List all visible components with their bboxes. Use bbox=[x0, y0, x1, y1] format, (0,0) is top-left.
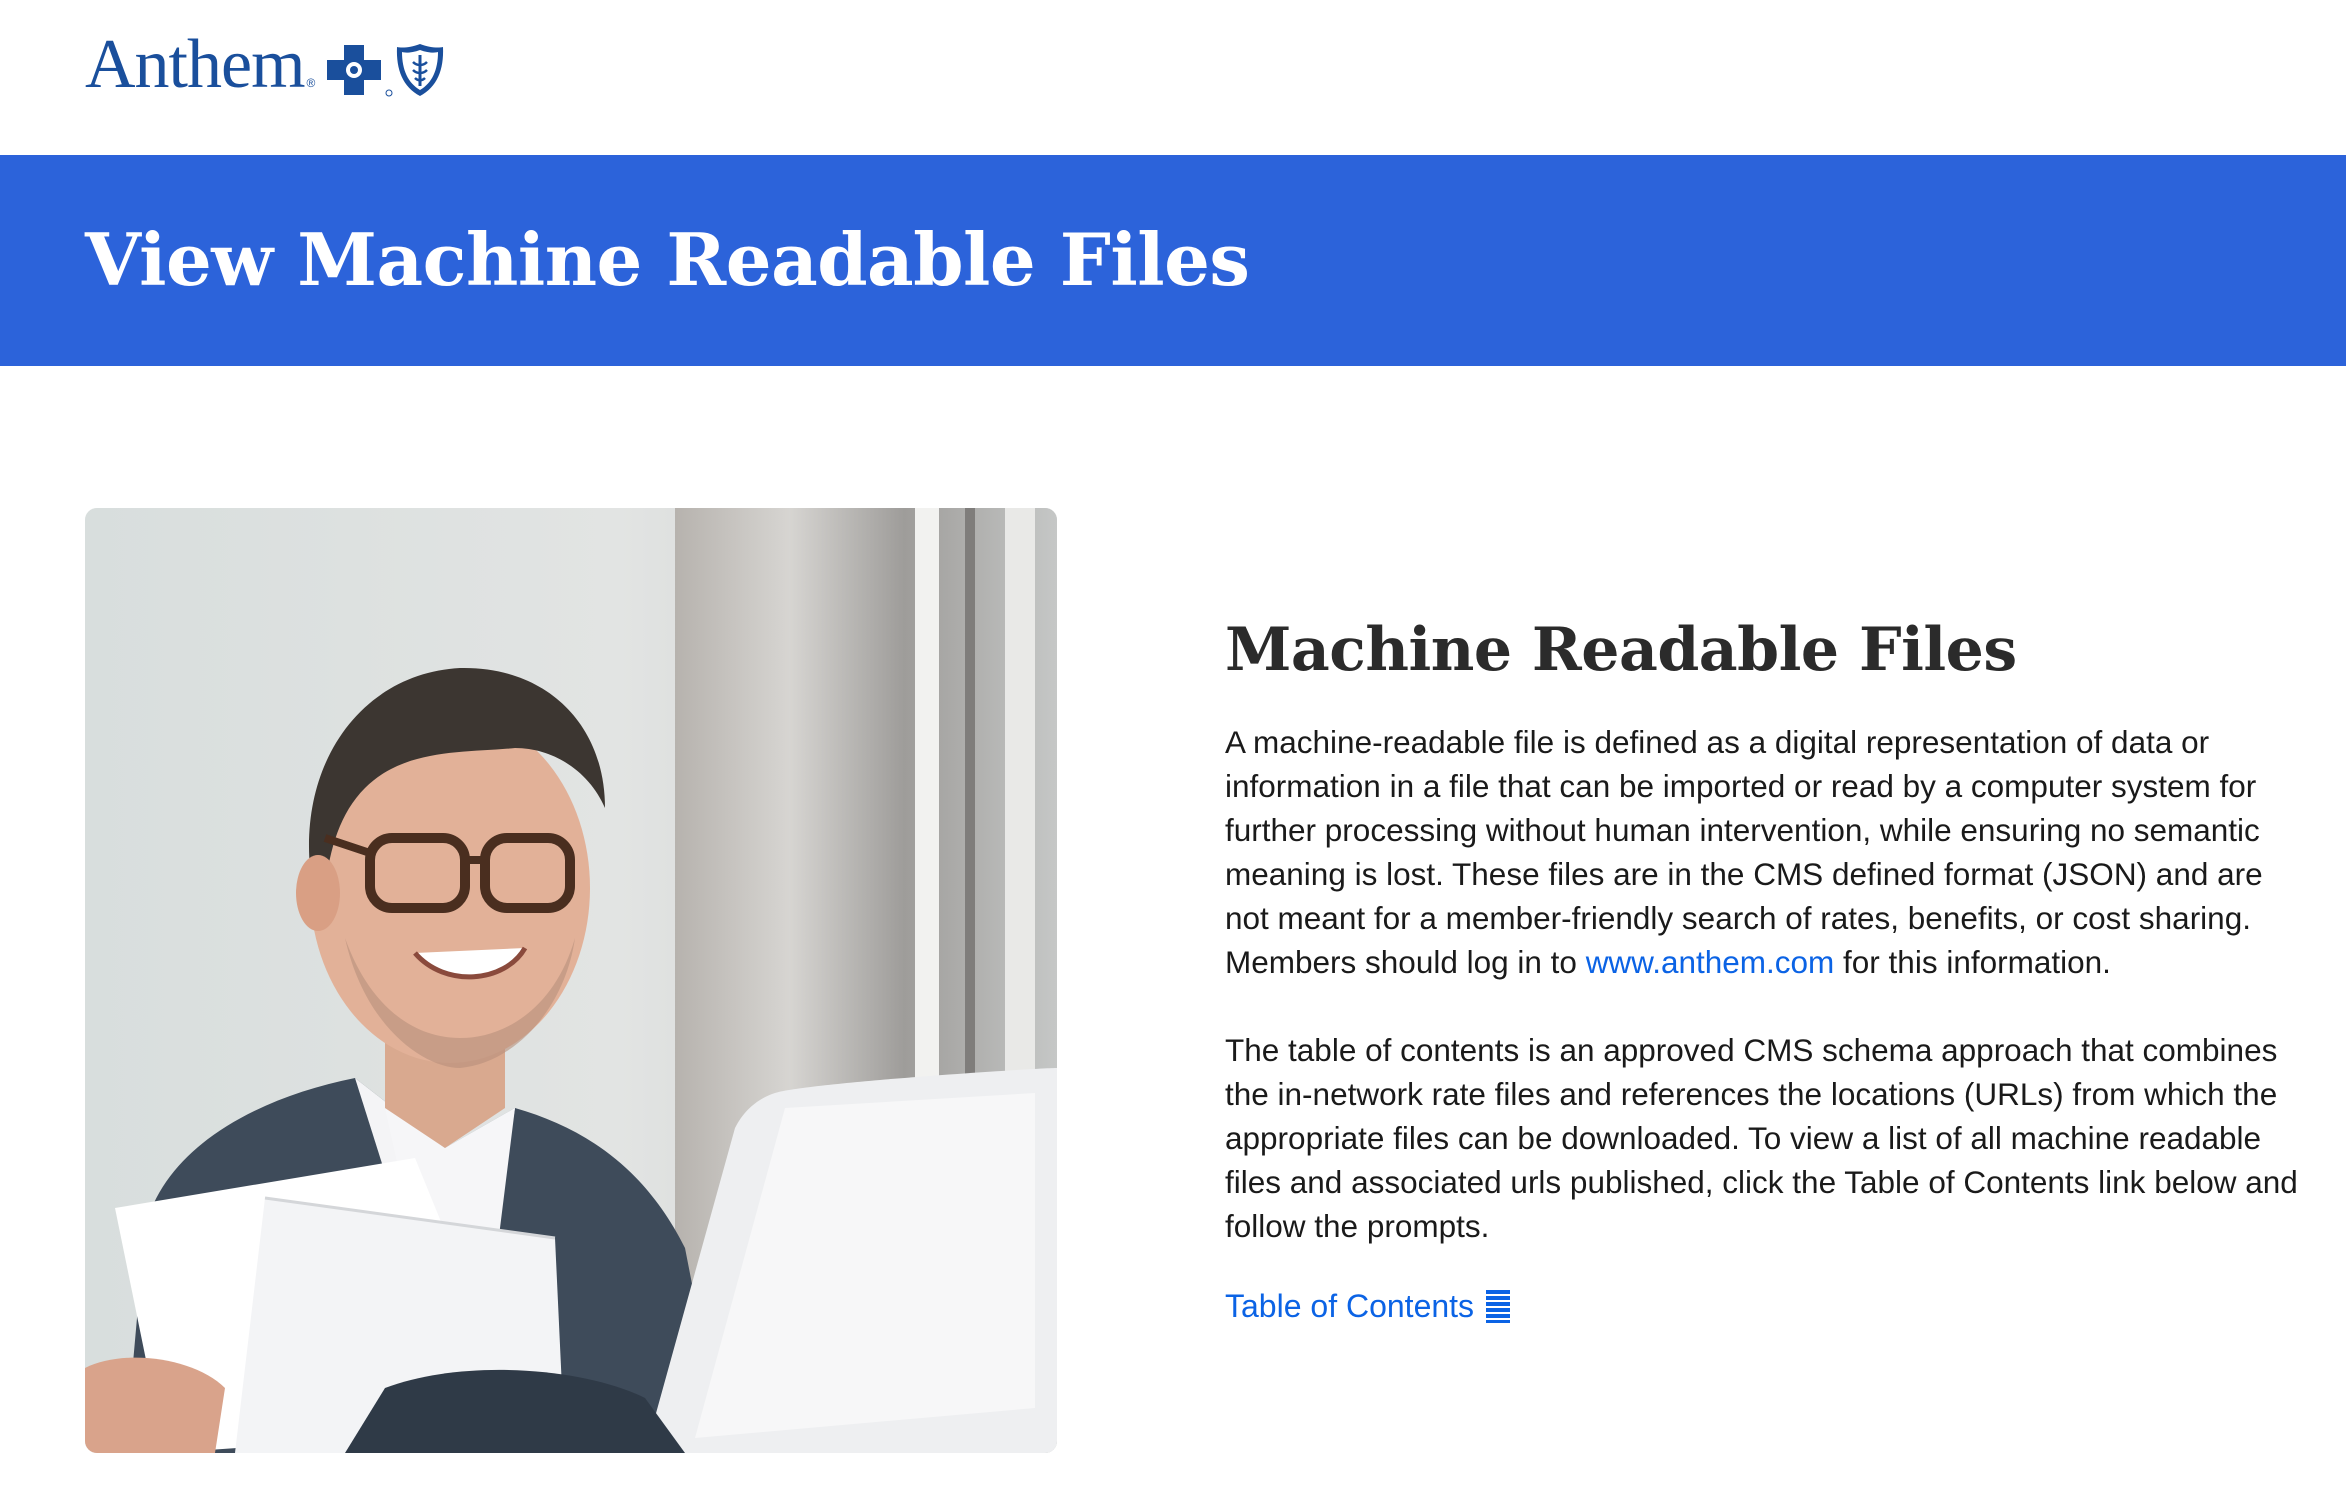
page-banner: View Machine Readable Files bbox=[0, 155, 2346, 366]
intro-paragraph: A machine-readable file is defined as a … bbox=[1225, 720, 2305, 984]
hero-illustration bbox=[85, 508, 1057, 1453]
anthem-logo[interactable]: Anthem ® bbox=[85, 30, 445, 100]
logo-registered-mark: ® bbox=[306, 76, 316, 90]
intro-text: A machine-readable file is defined as a … bbox=[1225, 724, 2263, 980]
logo-marks bbox=[325, 42, 445, 98]
list-icon bbox=[1486, 1290, 1511, 1323]
blue-cross-icon bbox=[327, 45, 382, 95]
logo-wordmark: Anthem bbox=[85, 26, 306, 103]
site-header: Anthem ® bbox=[0, 0, 2346, 155]
table-of-contents-label: Table of Contents bbox=[1225, 1288, 1475, 1324]
registered-dot-icon bbox=[385, 89, 393, 97]
table-of-contents-link[interactable]: Table of Contents bbox=[1225, 1284, 1512, 1328]
blue-shield-icon bbox=[397, 44, 444, 96]
toc-description-paragraph: The table of contents is an approved CMS… bbox=[1225, 1032, 2298, 1244]
page-title: View Machine Readable Files bbox=[85, 217, 1250, 302]
intro-text-end: for this information. bbox=[1834, 944, 2111, 980]
main-content: Machine Readable Files A machine-readabl… bbox=[1225, 610, 2305, 1328]
section-title: Machine Readable Files bbox=[1225, 615, 2017, 685]
hero-photo bbox=[85, 508, 1057, 1453]
anthem-website-link[interactable]: www.anthem.com bbox=[1586, 944, 1835, 980]
